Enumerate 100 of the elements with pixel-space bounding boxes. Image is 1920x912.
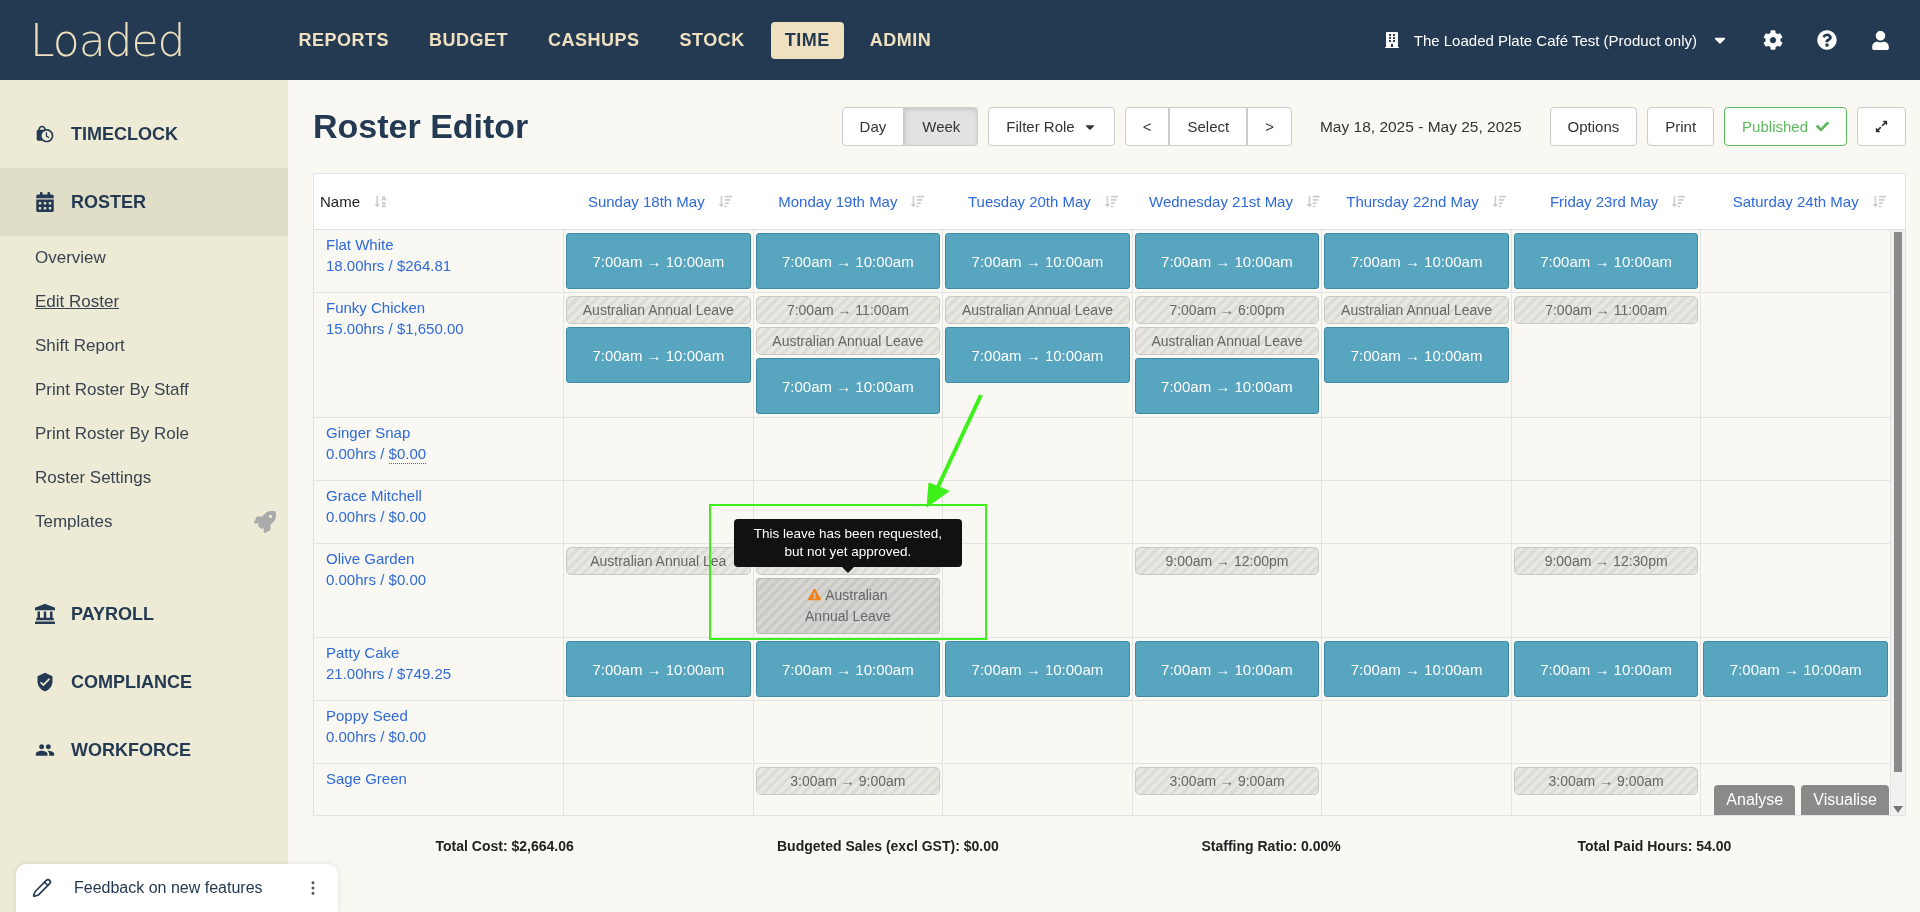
column-header[interactable]: Wednesday 21st May: [1149, 193, 1293, 210]
sidebar-section[interactable]: TIMECLOCK: [0, 100, 288, 168]
shift-block[interactable]: 7:00am → 10:00am: [755, 641, 941, 697]
leave-block[interactable]: Australian Annual Leave: [945, 296, 1130, 324]
shift-block[interactable]: 7:00am → 10:00am: [1134, 641, 1320, 697]
help-icon[interactable]: [1817, 30, 1837, 50]
sort-icon[interactable]: [1672, 195, 1686, 208]
column-header[interactable]: Monday 19th May: [778, 193, 898, 210]
nav-tab[interactable]: TIME: [770, 21, 844, 59]
sidebar-link[interactable]: Templates: [35, 512, 113, 532]
select-button[interactable]: Select: [1169, 107, 1248, 146]
staff-name[interactable]: Sage Green: [326, 770, 551, 787]
sidebar-section[interactable]: PAYROLL: [0, 580, 288, 648]
leave-block[interactable]: 3:00am → 9:00am: [1134, 767, 1320, 795]
leave-block[interactable]: 7:00am → 6:00pm: [1134, 296, 1320, 324]
nav-tab[interactable]: CASHUPS: [534, 21, 654, 59]
nav-tab[interactable]: REPORTS: [284, 21, 404, 59]
staff-name[interactable]: Grace Mitchell: [326, 487, 551, 504]
shift-block[interactable]: 7:00am → 10:00am: [1513, 233, 1699, 289]
sidebar-section[interactable]: COMPLIANCE: [0, 648, 288, 716]
leave-block[interactable]: Australian Annual Leave: [1134, 327, 1320, 355]
next-button[interactable]: >: [1247, 107, 1292, 146]
sort-icon[interactable]: [911, 195, 925, 208]
nav-tab[interactable]: ADMIN: [855, 21, 946, 59]
column-header[interactable]: Thursday 22nd May: [1346, 193, 1479, 210]
shift-block[interactable]: 7:00am → 10:00am: [1324, 641, 1509, 697]
shift-block[interactable]: 7:00am → 10:00am: [1703, 641, 1888, 697]
leave-block[interactable]: 3:00am → 9:00am: [1513, 767, 1699, 795]
staff-hours: 0.00hrs / $0.00: [326, 508, 428, 526]
view-toggle[interactable]: Week: [904, 107, 979, 146]
leave-block[interactable]: Australian Annual Leave: [566, 296, 751, 324]
logo[interactable]: Loaded: [30, 14, 185, 66]
leave-block[interactable]: 7:00am → 11:00am: [1513, 296, 1699, 324]
column-header[interactable]: Friday 23rd May: [1549, 193, 1659, 210]
print-button[interactable]: Print: [1647, 107, 1715, 146]
sidebar-link[interactable]: Overview: [35, 248, 106, 268]
shift-block[interactable]: 7:00am → 10:00am: [1134, 358, 1320, 414]
shift-block[interactable]: 7:00am → 10:00am: [945, 327, 1130, 383]
sort-icon[interactable]: [1306, 195, 1320, 208]
leave-block[interactable]: Australian Annual Leave: [1324, 296, 1509, 324]
expand-icon: [1875, 120, 1888, 133]
user-icon[interactable]: [1871, 30, 1890, 50]
staff-name[interactable]: Ginger Snap: [326, 424, 551, 441]
sidebar-link[interactable]: Edit Roster: [35, 292, 120, 312]
shift-block[interactable]: 7:00am → 10:00am: [1134, 233, 1320, 289]
leave-block[interactable]: 3:00am → 9:00am: [755, 767, 941, 795]
leave-block[interactable]: 7:00am → 11:00am: [755, 296, 941, 324]
filter-dropdown[interactable]: Filter Role: [988, 107, 1115, 146]
total-figure: Budgeted Sales (excl GST): $0.00: [776, 838, 1000, 854]
options-button[interactable]: Options: [1549, 107, 1638, 146]
sort-icon[interactable]: [1492, 195, 1506, 208]
sidebar-link[interactable]: Print Roster By Staff: [35, 380, 189, 400]
total-figure: Total Cost: $2,664.06: [434, 838, 575, 854]
shift-block[interactable]: 7:00am → 10:00am: [945, 641, 1130, 697]
shift-block[interactable]: 7:00am → 10:00am: [1324, 327, 1509, 383]
fullscreen-button[interactable]: [1857, 107, 1906, 146]
venue-selector[interactable]: The Loaded Plate Café Test (Product only): [1413, 31, 1697, 49]
nav-tab[interactable]: STOCK: [665, 21, 759, 59]
action-button[interactable]: Visualise: [1801, 785, 1889, 815]
staff-name[interactable]: Funky Chicken: [326, 299, 551, 316]
shift-block[interactable]: 7:00am → 10:00am: [1513, 641, 1699, 697]
staff-name[interactable]: Flat White: [326, 236, 551, 253]
sort-icon[interactable]: [1104, 195, 1118, 208]
column-header[interactable]: Name: [320, 193, 360, 210]
staff-name[interactable]: Patty Cake: [326, 644, 551, 661]
scrollbar[interactable]: [1891, 230, 1905, 815]
column-header[interactable]: Saturday 24th May: [1732, 193, 1859, 210]
calendar-icon: [35, 192, 55, 212]
column-header[interactable]: Tuesday 20th May: [968, 193, 1091, 210]
sidebar-link[interactable]: Print Roster By Role: [35, 424, 189, 444]
pending-leave-block[interactable]: Australian Annual Leave: [755, 578, 941, 634]
view-toggle[interactable]: Day: [841, 107, 905, 146]
shift-block[interactable]: 7:00am → 10:00am: [566, 641, 751, 697]
previous-button[interactable]: <: [1124, 107, 1170, 146]
feedback-label[interactable]: Feedback on new features: [74, 879, 282, 897]
column-header[interactable]: Sunday 18th May: [587, 193, 705, 210]
feedback-widget[interactable]: Feedback on new features: [16, 864, 338, 912]
sort-icon[interactable]: [718, 195, 732, 208]
staff-name[interactable]: Olive Garden: [326, 550, 551, 567]
shift-block[interactable]: 7:00am → 10:00am: [755, 358, 941, 414]
sidebar-link[interactable]: Shift Report: [35, 336, 125, 356]
shift-block[interactable]: 7:00am → 10:00am: [1324, 233, 1509, 289]
shift-block[interactable]: 7:00am → 10:00am: [755, 233, 941, 289]
sort-icon[interactable]: [1872, 195, 1886, 208]
sidebar-section[interactable]: WORKFORCE: [0, 716, 288, 784]
settings-icon[interactable]: [1763, 30, 1783, 50]
leave-block[interactable]: 9:00am → 12:30pm: [1513, 547, 1699, 575]
sort-icon[interactable]: [374, 195, 387, 208]
shift-block[interactable]: 7:00am → 10:00am: [945, 233, 1130, 289]
status-button[interactable]: Published: [1724, 107, 1847, 146]
shift-block[interactable]: 7:00am → 10:00am: [566, 327, 751, 383]
leave-block[interactable]: Australian Annual Leave: [755, 327, 941, 355]
leave-block[interactable]: 9:00am → 12:00pm: [1134, 547, 1320, 575]
nav-tab[interactable]: BUDGET: [415, 21, 523, 59]
sidebar-section[interactable]: ROSTER: [0, 168, 288, 236]
shift-block[interactable]: 7:00am → 10:00am: [566, 233, 751, 289]
sidebar-link[interactable]: Roster Settings: [35, 468, 152, 488]
staff-name[interactable]: Poppy Seed: [326, 707, 551, 724]
action-button[interactable]: Analyse: [1714, 785, 1796, 815]
total-figure: Staffing Ratio: 0.00%: [1200, 838, 1342, 854]
